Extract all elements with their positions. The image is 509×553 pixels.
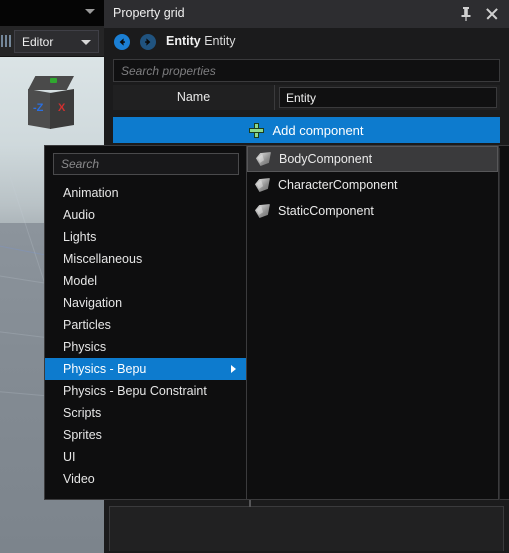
menu-search-placeholder: Search [61, 157, 100, 171]
editor-mode-dropdown[interactable]: Editor [14, 30, 99, 53]
property-grid-titlebar: Property grid [104, 0, 509, 500]
category-label: Model [63, 274, 98, 288]
entity-name-label: Entity [200, 34, 236, 48]
category-label: UI [63, 450, 76, 464]
entity-type-label: Entity [166, 34, 201, 48]
category-item[interactable]: Lights [45, 226, 246, 248]
category-item[interactable]: Physics [45, 336, 246, 358]
left-panel-toolbar: Editor [0, 26, 104, 57]
category-label: Animation [63, 186, 119, 200]
category-label: Particles [63, 318, 111, 332]
property-label-name: Name [113, 85, 275, 110]
gizmo-axis-y-marker [50, 78, 57, 83]
panel-splitter[interactable] [249, 500, 251, 507]
chevron-down-icon [81, 40, 91, 45]
category-item[interactable]: Physics - Bepu Constraint [45, 380, 246, 402]
chevron-right-icon [231, 365, 236, 373]
component-category-panel: Search Animation Audio Lights Miscellaneous… [45, 146, 247, 499]
pin-icon [461, 7, 471, 21]
category-item[interactable]: Particles [45, 314, 246, 336]
arrow-left-circle-icon [114, 34, 130, 50]
category-label: Audio [63, 208, 95, 222]
component-label: BodyComponent [279, 152, 373, 166]
search-properties-input[interactable]: Search properties [113, 59, 500, 82]
navigate-back-button[interactable] [114, 34, 130, 50]
category-label: Physics [63, 340, 107, 354]
gizmo-axis-x-label: X [58, 102, 66, 114]
add-component-label: Add component [272, 122, 364, 138]
component-label: StaticComponent [278, 204, 374, 218]
category-item[interactable]: Sprites [45, 424, 246, 446]
category-item[interactable]: Miscellaneous [45, 248, 246, 270]
category-item[interactable]: Audio [45, 204, 246, 226]
add-component-menu: Search Animation Audio Lights Miscellaneous… [44, 145, 499, 500]
category-label: Miscellaneous [63, 252, 143, 266]
category-label: Navigation [63, 296, 123, 310]
editor-mode-label: Editor [22, 35, 54, 49]
category-label: Physics - Bepu Constraint [63, 384, 207, 398]
component-item[interactable]: BodyComponent [247, 146, 498, 172]
plus-icon [249, 122, 265, 138]
category-item[interactable]: Model [45, 270, 246, 292]
entity-breadcrumb: Entity Entity [166, 34, 235, 48]
category-label: Sprites [63, 428, 102, 442]
arrow-right-circle-icon [140, 34, 156, 50]
bottom-panel-inner [109, 506, 504, 551]
navigate-forward-button[interactable] [140, 34, 156, 50]
left-panel-titlebar [0, 0, 104, 26]
editor-window: -Z X Editor Property grid Entity Entity … [0, 0, 509, 553]
component-icon [255, 204, 270, 218]
panel-close-button[interactable] [479, 0, 505, 28]
property-grid-header: Entity Entity [104, 28, 509, 56]
close-icon [485, 7, 499, 21]
search-properties-placeholder: Search properties [121, 64, 216, 78]
add-component-button[interactable]: Add component [113, 117, 500, 143]
component-label: CharacterComponent [278, 178, 398, 192]
category-label: Physics - Bepu [63, 362, 147, 376]
layers-icon [1, 35, 11, 47]
category-item[interactable]: Animation [45, 182, 246, 204]
component-item[interactable]: CharacterComponent [247, 172, 498, 198]
category-item[interactable]: Physics - Bepu [45, 358, 246, 380]
component-list-panel: BodyComponent CharacterComponent StaticCom… [247, 146, 498, 499]
component-category-list: Animation Audio Lights Miscellaneous Model Na… [45, 182, 246, 499]
component-item[interactable]: StaticComponent [247, 198, 498, 224]
component-icon [255, 178, 270, 192]
orientation-gizmo[interactable]: -Z X [22, 76, 84, 138]
menu-search-input[interactable]: Search [53, 153, 239, 175]
category-label: Lights [63, 230, 97, 244]
category-item[interactable]: UI [45, 446, 246, 468]
category-label: Scripts [63, 406, 102, 420]
property-row-name: Name Entity [113, 85, 500, 110]
property-value-name-text: Entity [286, 91, 317, 105]
bottom-panel [104, 500, 509, 553]
category-item[interactable]: Navigation [45, 292, 246, 314]
panel-pin-button[interactable] [453, 0, 479, 28]
category-item[interactable]: Scripts [45, 402, 246, 424]
panel-title: Property grid [113, 6, 185, 20]
gizmo-axis-z-label: -Z [33, 102, 44, 114]
component-icon [256, 152, 271, 166]
property-value-name-input[interactable]: Entity [279, 87, 497, 108]
category-item[interactable]: Video [45, 468, 246, 490]
category-label: Video [63, 472, 95, 486]
chevron-down-icon[interactable] [85, 9, 95, 14]
